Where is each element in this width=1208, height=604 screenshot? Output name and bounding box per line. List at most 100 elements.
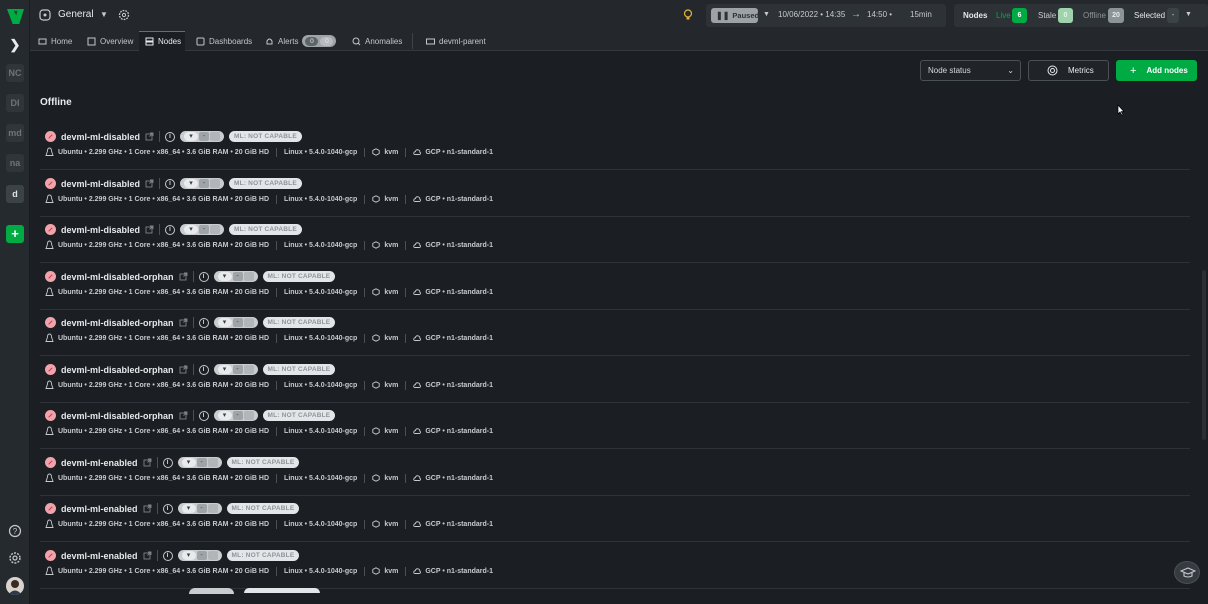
alerts-count-toggle[interactable]: 0 0 (302, 35, 337, 47)
node-row[interactable]: devml-ml-enabled i ▾ - ML: NOT CAPABLE U… (40, 495, 1190, 542)
node-name[interactable]: devml-ml-enabled (61, 504, 138, 514)
node-row[interactable]: devml-ml-disabled i ▾ - ML: NOT CAPABLE (40, 123, 1190, 170)
alerts-toggle[interactable]: ▾ - (213, 317, 258, 328)
tab-devml-parent[interactable]: devml-parent (426, 31, 496, 51)
node-virtualization: kvm (384, 288, 399, 296)
playback-paused-button[interactable]: ❚❚ Paused (711, 8, 759, 23)
external-link-icon[interactable] (145, 225, 154, 234)
space-na[interactable]: na (6, 154, 24, 172)
alerts-toggle[interactable]: ▾ - (177, 457, 222, 468)
node-status-select[interactable]: Node status ⌄ (920, 60, 1021, 81)
netdata-logo[interactable] (6, 8, 25, 25)
info-icon[interactable]: i (198, 317, 209, 328)
selected-chevron-icon[interactable]: ▼ (1185, 11, 1192, 18)
tab-overview[interactable]: Overview (87, 31, 137, 51)
node-row[interactable]: devml-ml-enabled i ▾ - ML: NOT CAPABLE U… (40, 542, 1190, 589)
node-row[interactable]: devml-ml-disabled-orphan i ▾ - ML: NOT C… (40, 309, 1190, 356)
nodes-label: Nodes (963, 11, 988, 20)
node-row[interactable]: devml-ml-disabled i ▾ - ML: NOT CAPABLE (40, 216, 1190, 263)
external-link-icon[interactable] (143, 458, 152, 467)
node-row[interactable]: devml-ml-disabled i ▾ - ML: NOT CAPABLE (40, 170, 1190, 217)
node-row[interactable]: devml-ml-disabled-orphan i ▾ - ML: NOT C… (40, 356, 1190, 403)
time-duration[interactable]: 15min (910, 10, 932, 19)
alerts-toggle[interactable]: ▾ - (180, 224, 225, 235)
date-from[interactable]: 10/06/2022 • 14:35 (778, 10, 845, 19)
offline-count-badge[interactable]: 20 (1108, 8, 1124, 23)
tab-nodes[interactable]: Nodes (139, 31, 185, 51)
external-link-icon[interactable] (179, 365, 188, 374)
node-row[interactable]: devml-ml-disabled-orphan i ▾ - ML: NOT C… (40, 402, 1190, 449)
info-icon[interactable]: i (198, 410, 209, 421)
room-settings-gear-icon[interactable] (118, 9, 130, 21)
room-name[interactable]: General (58, 9, 94, 20)
node-name[interactable]: devml-ml-disabled-orphan (61, 318, 174, 328)
live-count-badge[interactable]: 6 (1012, 8, 1027, 23)
info-icon[interactable]: i (198, 364, 209, 375)
external-link-icon[interactable] (179, 272, 188, 281)
add-nodes-button[interactable]: + Add nodes (1116, 60, 1197, 81)
info-icon[interactable]: i (165, 224, 176, 235)
external-link-icon[interactable] (143, 504, 152, 513)
node-os-specs: Ubuntu • 2.299 GHz • 1 Core • x86_64 • 3… (58, 148, 270, 156)
node-name[interactable]: devml-ml-enabled (61, 551, 138, 561)
stale-count-badge[interactable]: 0 (1058, 8, 1073, 23)
node-cloud-instance: GCP • n1-standard-1 (425, 567, 493, 575)
space-md[interactable]: md (6, 124, 24, 142)
node-name[interactable]: devml-ml-disabled-orphan (61, 411, 174, 421)
info-icon[interactable]: i (162, 550, 173, 561)
lightbulb-icon[interactable] (683, 9, 693, 21)
divider (405, 426, 407, 436)
space-nc[interactable]: NC (6, 64, 24, 82)
expand-sidebar-icon[interactable]: ❯ (8, 38, 22, 52)
metrics-button[interactable]: Metrics (1028, 60, 1109, 81)
info-icon[interactable]: i (198, 271, 209, 282)
user-avatar[interactable] (6, 577, 24, 595)
alerts-toggle[interactable]: ▾ - (213, 364, 258, 375)
alerts-toggle[interactable]: ▾ - (213, 271, 258, 282)
alerts-toggle[interactable]: ▾ - (177, 503, 222, 514)
node-name[interactable]: devml-ml-enabled (61, 458, 138, 468)
tab-dashboards[interactable]: Dashboards (196, 31, 256, 51)
node-row[interactable]: devml-ml-disabled-orphan i ▾ - ML: NOT C… (40, 263, 1190, 310)
alerts-toggle[interactable]: ▾ - (180, 178, 225, 189)
node-name[interactable]: devml-ml-disabled-orphan (61, 272, 174, 282)
tab-anomalies[interactable]: Anomalies (352, 31, 410, 51)
node-name[interactable]: devml-ml-disabled (61, 225, 140, 235)
node-name[interactable]: devml-ml-disabled (61, 179, 140, 189)
learn-graduation-cap-button[interactable] (1174, 561, 1200, 584)
external-link-icon[interactable] (145, 179, 154, 188)
node-header: devml-ml-disabled i ▾ - ML: NOT CAPABLE (45, 177, 302, 190)
info-icon[interactable]: i (165, 178, 176, 189)
help-icon[interactable]: ? (8, 524, 22, 538)
tab-overview-label: Overview (100, 36, 134, 46)
node-virtualization: kvm (384, 520, 399, 528)
selected-count-badge[interactable]: - (1167, 8, 1179, 23)
tab-home[interactable]: Home (38, 31, 83, 51)
info-icon[interactable]: i (162, 457, 173, 468)
add-space-button[interactable]: + (6, 225, 24, 243)
room-dropdown-chevron-icon[interactable]: ▼ (100, 10, 108, 19)
divider (405, 473, 407, 483)
external-link-icon[interactable] (179, 318, 188, 327)
scrollbar[interactable] (1202, 270, 1206, 440)
tab-alerts[interactable]: Alerts 0 0 (265, 31, 339, 51)
bell-icon: ▾ (181, 551, 196, 560)
external-link-icon[interactable] (145, 132, 154, 141)
node-row[interactable]: devml-ml-enabled i ▾ - ML: NOT CAPABLE U… (40, 449, 1190, 496)
settings-gear-icon[interactable] (8, 551, 22, 565)
info-icon[interactable]: i (165, 131, 176, 142)
node-status-label: Node status (928, 66, 971, 75)
playback-chevron-icon[interactable]: ▼ (763, 11, 770, 18)
alerts-toggle[interactable]: ▾ - (213, 410, 258, 421)
external-link-icon[interactable] (143, 551, 152, 560)
space-d[interactable]: d (6, 185, 24, 203)
external-link-icon[interactable] (179, 411, 188, 420)
alerts-toggle[interactable]: ▾ - (180, 131, 225, 142)
bell-icon: ▾ (217, 365, 232, 374)
info-icon[interactable]: i (162, 503, 173, 514)
space-di[interactable]: DI (6, 94, 24, 112)
date-to[interactable]: 14:50 • (867, 10, 892, 19)
node-name[interactable]: devml-ml-disabled (61, 132, 140, 142)
node-name[interactable]: devml-ml-disabled-orphan (61, 365, 174, 375)
alerts-toggle[interactable]: ▾ - (177, 550, 222, 561)
